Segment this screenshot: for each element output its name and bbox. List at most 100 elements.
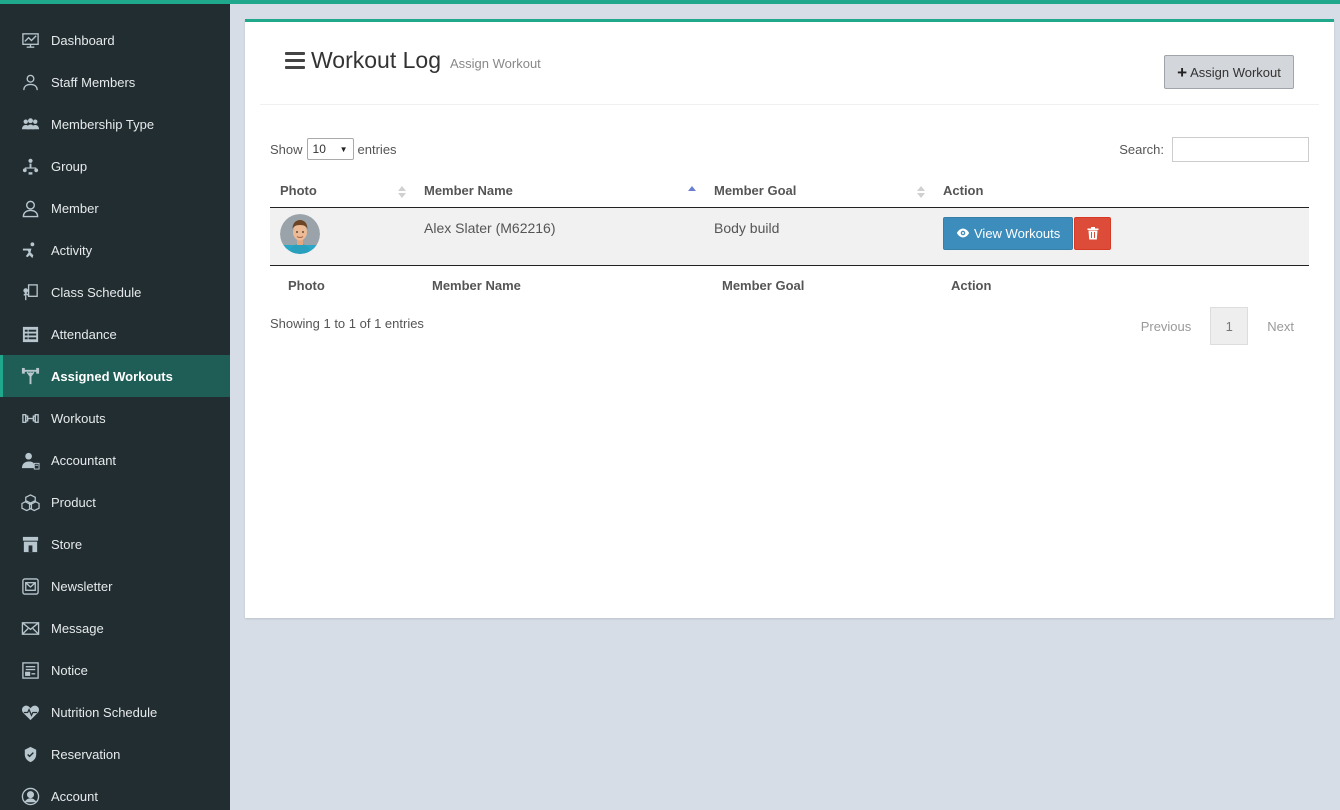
- sidebar-item-account[interactable]: Account: [0, 775, 230, 810]
- notice-icon: [20, 660, 41, 681]
- column-header-member-name[interactable]: Member Name: [414, 175, 704, 208]
- view-workouts-button[interactable]: View Workouts: [943, 216, 1074, 250]
- entries-label: entries: [357, 141, 397, 157]
- sidebar-item-label: Membership Type: [51, 116, 155, 132]
- newsletter-icon: [20, 576, 41, 597]
- group-icon: [20, 156, 41, 177]
- photo-cell: [270, 207, 414, 266]
- sidebar-item-label: Assigned Workouts: [51, 368, 173, 384]
- sidebar-item-dashboard[interactable]: Dashboard: [0, 19, 230, 61]
- column-header-label: Photo: [280, 183, 317, 199]
- hamburger-menu-icon[interactable]: [285, 52, 305, 69]
- column-header-label: Member Goal: [714, 183, 797, 199]
- sidebar-item-label: Newsletter: [51, 578, 113, 594]
- footer-header-member-name: Member Name: [432, 277, 521, 293]
- sidebar-item-message[interactable]: Message: [0, 607, 230, 649]
- sidebar-item-membership-type[interactable]: Membership Type: [0, 103, 230, 145]
- table-info: Showing 1 to 1 of 1 entries: [270, 316, 424, 331]
- sidebar-item-staff-members[interactable]: Staff Members: [0, 61, 230, 103]
- panel-header: Workout Log Assign Workout + Assign Work…: [260, 22, 1319, 105]
- assign-workout-label: Assign Workout: [1190, 64, 1281, 80]
- sidebar-item-nutrition-schedule[interactable]: Nutrition Schedule: [0, 691, 230, 733]
- page-title: Workout Log: [311, 47, 441, 73]
- footer-header-action: Action: [951, 277, 992, 293]
- sidebar: Dashboard Staff Members Membership Type …: [0, 0, 230, 810]
- workout-log-panel: Workout Log Assign Workout + Assign Work…: [245, 19, 1334, 618]
- dumbbell-icon: [20, 408, 41, 429]
- show-label: Show: [270, 141, 303, 157]
- eye-icon: [956, 228, 970, 238]
- assign-workout-button[interactable]: + Assign Workout: [1164, 55, 1294, 89]
- sidebar-item-label: Attendance: [51, 326, 117, 342]
- entries-select-value: 10: [312, 142, 326, 156]
- reservation-icon: [20, 744, 41, 765]
- page-subtitle: Assign Workout: [449, 56, 541, 71]
- sidebar-item-accountant[interactable]: Accountant: [0, 439, 230, 481]
- sidebar-item-label: Account: [51, 788, 98, 804]
- membership-icon: [20, 114, 41, 135]
- sidebar-item-label: Dashboard: [51, 32, 115, 48]
- sidebar-item-reservation[interactable]: Reservation: [0, 733, 230, 775]
- attendance-icon: [20, 324, 41, 345]
- accountant-icon: [20, 450, 41, 471]
- sidebar-item-product[interactable]: Product: [0, 481, 230, 523]
- sidebar-item-label: Product: [51, 494, 96, 510]
- table-header-row: Photo Member Name Member Goal Action: [270, 175, 1309, 208]
- sidebar-item-label: Class Schedule: [51, 284, 142, 300]
- search-input[interactable]: [1172, 137, 1309, 162]
- sidebar-item-class-schedule[interactable]: Class Schedule: [0, 271, 230, 313]
- sidebar-item-label: Staff Members: [51, 74, 136, 90]
- entries-length-control: Show 10 ▼ entries: [270, 138, 397, 160]
- column-header-label: Action: [943, 183, 984, 199]
- staff-icon: [20, 72, 41, 93]
- previous-page-button[interactable]: Previous: [1126, 307, 1207, 345]
- sidebar-item-group[interactable]: Group: [0, 145, 230, 187]
- column-header-member-goal[interactable]: Member Goal: [704, 175, 933, 208]
- sort-ascending-icon: [688, 186, 696, 191]
- sidebar-item-label: Message: [51, 620, 104, 636]
- message-icon: [20, 618, 41, 639]
- sidebar-item-label: Activity: [51, 242, 93, 258]
- sidebar-menu: Dashboard Staff Members Membership Type …: [0, 0, 230, 810]
- product-icon: [20, 492, 41, 513]
- nutrition-icon: [20, 702, 41, 723]
- sidebar-item-attendance[interactable]: Attendance: [0, 313, 230, 355]
- table-row: Alex Slater (M62216) Body build View Wor…: [270, 207, 1309, 266]
- next-page-button[interactable]: Next: [1252, 307, 1309, 345]
- sidebar-item-label: Workouts: [51, 410, 106, 426]
- column-header-photo[interactable]: Photo: [270, 175, 414, 208]
- member-goal-cell: Body build: [704, 207, 933, 266]
- page-1-button[interactable]: 1: [1210, 307, 1249, 345]
- plus-icon: +: [1177, 62, 1188, 82]
- member-name-cell: Alex Slater (M62216): [414, 207, 704, 266]
- activity-icon: [20, 240, 41, 261]
- sidebar-item-store[interactable]: Store: [0, 523, 230, 565]
- sidebar-item-assigned-workouts[interactable]: Assigned Workouts: [0, 355, 230, 397]
- sidebar-item-activity[interactable]: Activity: [0, 229, 230, 271]
- trash-icon: [1087, 226, 1099, 239]
- sort-both-icon: [398, 186, 406, 198]
- pagination: Previous 1 Next: [1126, 307, 1309, 345]
- delete-button[interactable]: [1074, 216, 1112, 250]
- dashboard-icon: [20, 30, 41, 51]
- sidebar-item-label: Store: [51, 536, 83, 552]
- member-icon: [20, 198, 41, 219]
- footer-header-photo: Photo: [288, 277, 325, 293]
- sidebar-item-newsletter[interactable]: Newsletter: [0, 565, 230, 607]
- workout-table: Photo Member Name Member Goal Action Ale…: [270, 175, 1309, 305]
- sidebar-item-notice[interactable]: Notice: [0, 649, 230, 691]
- caret-down-icon: ▼: [339, 144, 348, 154]
- sidebar-item-member[interactable]: Member: [0, 187, 230, 229]
- sidebar-item-label: Member: [51, 200, 99, 216]
- sidebar-item-label: Group: [51, 158, 88, 174]
- account-icon: [20, 786, 41, 807]
- column-header-label: Member Name: [424, 183, 513, 199]
- sidebar-item-label: Notice: [51, 662, 88, 678]
- table-footer-row: Photo Member Name Member Goal Action: [270, 265, 1309, 305]
- sidebar-item-label: Nutrition Schedule: [51, 704, 158, 720]
- entries-select[interactable]: 10 ▼: [306, 138, 354, 160]
- column-header-action: Action: [933, 175, 1309, 208]
- sidebar-item-workouts[interactable]: Workouts: [0, 397, 230, 439]
- top-accent-bar: [0, 0, 1340, 4]
- class-schedule-icon: [20, 282, 41, 303]
